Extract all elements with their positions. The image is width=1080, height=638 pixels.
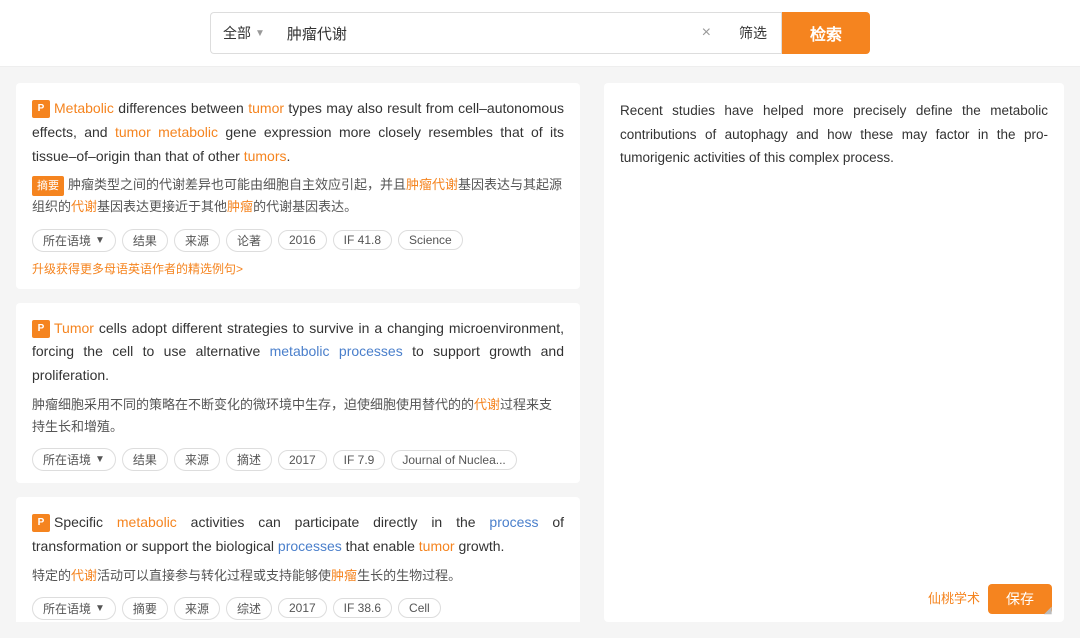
processes-1: processes [278,538,342,554]
tag-context-2[interactable]: 所在语境▼ [32,448,116,471]
text-3d: that enable [342,538,419,554]
metabolic-processes-1: metabolic processes [270,343,403,359]
tag-context-3[interactable]: 所在语境▼ [32,597,116,620]
zh-highlight-1c: 肿瘤 [227,199,253,214]
zh-highlight-3b: 肿瘤 [331,568,357,583]
zh-text-3b: 活动可以直接参与转化过程或支持能够使 [97,568,331,583]
zh-highlight-1b: 代谢 [71,199,97,214]
result-zh-3: 特定的代谢活动可以直接参与转化过程或支持能够使肿瘤生长的生物过程。 [32,565,564,587]
tag-type-1[interactable]: 论著 [226,229,272,252]
tag-result-1[interactable]: 结果 [122,229,168,252]
zh-text-3c: 生长的生物过程。 [357,568,461,583]
tumor-4: tumor [419,538,455,554]
result-icon-2: P [32,320,50,338]
search-input-wrap: × [277,12,725,54]
result-zh-2: 肿瘤细胞采用不同的策略在不断变化的微环境中生存，迫使细胞使用替代的的代谢过程来支… [32,394,564,438]
zh-text-1c: 基因表达更接近于其他 [97,199,227,214]
result-zh-1: 摘要肿瘤类型之间的代谢差异也可能由细胞自主效应引起，并且肿瘤代谢基因表达与其起源… [32,174,564,218]
result-tags-3: 所在语境▼ 摘要 来源 综述 2017 IF 38.6 Cell [32,597,564,620]
search-button[interactable]: 检索 [782,12,870,54]
tag-result-2[interactable]: 结果 [122,448,168,471]
tag-arrow-1: ▼ [95,235,105,246]
right-panel: Recent studies have helped more precisel… [604,83,1064,622]
tumors-1: tumors [244,148,287,164]
result-card-2: PTumor cells adopt different strategies … [16,303,580,484]
result-card-1: PMetabolic differences between tumor typ… [16,83,580,289]
tag-arrow-3: ▼ [95,603,105,614]
filter-button[interactable]: 筛选 [725,12,782,54]
result-en-1: PMetabolic differences between tumor typ… [32,97,564,168]
category-label: 全部 [223,23,251,43]
process-1: process [489,514,538,530]
text-1c [151,124,158,140]
tumor-2: tumor [115,124,151,140]
zh-text-3a: 特定的 [32,568,71,583]
metabolic-1: Metabolic [54,100,114,116]
zh-text-1a: 肿瘤类型之间的代谢差异也可能由细胞自主效应引起，并且 [68,177,406,192]
save-button[interactable]: 保存 [988,584,1052,614]
tag-source-1[interactable]: 来源 [174,229,220,252]
zh-highlight-1a: 肿瘤代谢 [406,177,458,192]
result-en-2: PTumor cells adopt different strategies … [32,317,564,388]
result-icon-3: P [32,514,50,532]
chevron-down-icon: ▼ [255,28,265,39]
resize-handle[interactable]: ◢ [1044,602,1056,614]
upgrade-link[interactable]: 升级获得更多母语英语作者的精选例句> [32,260,564,277]
tag-year-1[interactable]: 2016 [278,230,327,250]
result-en-3: PSpecific metabolic activities can parti… [32,511,564,559]
tag-journal-3[interactable]: Cell [398,598,441,618]
metabolic-2: metabolic [158,124,218,140]
tag-year-3[interactable]: 2017 [278,598,327,618]
tumor-1: tumor [248,100,284,116]
text-1e: . [287,148,291,164]
zh-highlight-2a: 代谢 [474,397,500,412]
tag-type-2[interactable]: 摘述 [226,448,272,471]
tag-arrow-2: ▼ [95,454,105,465]
zh-text-2a: 肿瘤细胞采用不同的策略在不断变化的微环境中生存，迫使细胞使用替代的的 [32,397,474,412]
result-icon-1: P [32,100,50,118]
result-tags-1: 所在语境▼ 结果 来源 论著 2016 IF 41.8 Science [32,229,564,252]
tag-year-2[interactable]: 2017 [278,450,327,470]
text-1a: differences between [114,100,248,116]
tag-if-3[interactable]: IF 38.6 [333,598,392,618]
tumor-3: Tumor [54,320,94,336]
search-input[interactable] [287,25,702,42]
result-tags-2: 所在语境▼ 结果 来源 摘述 2017 IF 7.9 Journal of Nu… [32,448,564,471]
tag-context-1[interactable]: 所在语境▼ [32,229,116,252]
left-panel: PMetabolic differences between tumor typ… [16,83,592,622]
logo-mark: 仙桃学术 [928,588,980,611]
tag-if-1[interactable]: IF 41.8 [333,230,392,250]
main-content: PMetabolic differences between tumor typ… [0,67,1080,638]
zh-highlight-3a: 代谢 [71,568,97,583]
zh-text-1d: 的代谢基因表达。 [253,199,357,214]
category-dropdown[interactable]: 全部 ▼ [210,12,277,54]
clear-icon[interactable]: × [702,24,711,42]
tag-source-2[interactable]: 来源 [174,448,220,471]
metabolic-3: metabolic [117,514,177,530]
result-card-3: PSpecific metabolic activities can parti… [16,497,580,622]
tag-abstract-3[interactable]: 摘要 [122,597,168,620]
text-3b: activities can participate directly in t… [177,514,490,530]
tag-source-3[interactable]: 来源 [174,597,220,620]
tag-journal-1[interactable]: Science [398,230,463,250]
filter-label: 筛选 [739,23,767,43]
tag-if-2[interactable]: IF 7.9 [333,450,386,470]
tag-journal-2[interactable]: Journal of Nuclea... [391,450,516,470]
save-bar: 仙桃学术 保存 [916,576,1064,622]
text-3e: growth. [455,538,505,554]
right-panel-text: Recent studies have helped more precisel… [620,99,1048,170]
search-bar: 全部 ▼ × 筛选 检索 [0,0,1080,67]
search-bar-inner: 全部 ▼ × 筛选 检索 [210,12,870,54]
tag-type-3[interactable]: 综述 [226,597,272,620]
zh-tag-1: 摘要 [32,176,64,197]
text-3a: Specific [54,514,117,530]
